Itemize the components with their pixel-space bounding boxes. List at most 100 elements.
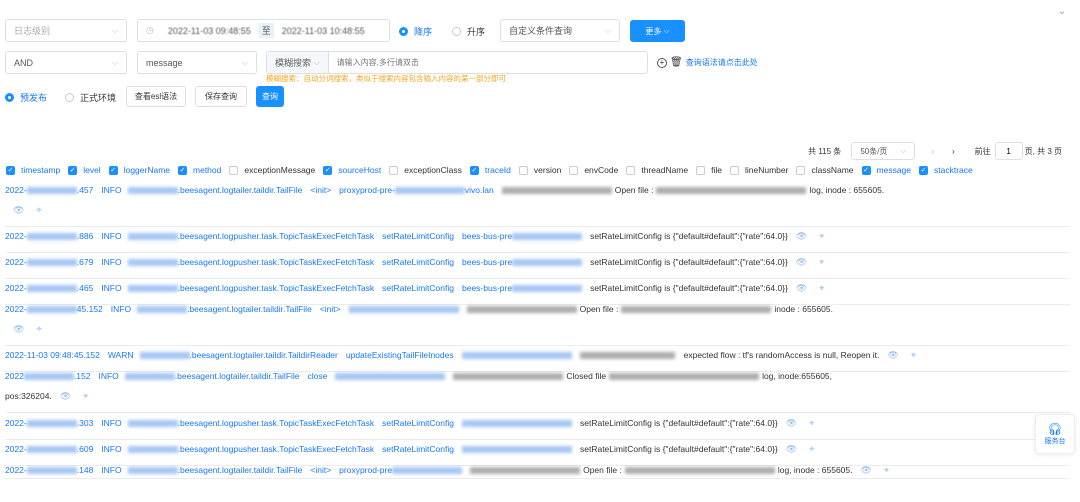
view-icon[interactable]: 👁︎ [13, 322, 24, 336]
view-icon[interactable]: 👁︎ [861, 463, 872, 477]
checkbox[interactable] [389, 165, 399, 175]
column-toggle-traceId[interactable]: ✓ traceId [469, 165, 511, 175]
checkbox[interactable] [796, 165, 806, 175]
log-timestamp[interactable]: 2022- .457 [5, 183, 93, 197]
view-icon[interactable]: 👁︎ [60, 389, 71, 403]
log-level[interactable]: INFO [101, 463, 121, 477]
checkbox[interactable]: ✓ [861, 165, 871, 175]
column-toggle-threadName[interactable]: threadName [626, 165, 688, 175]
log-method[interactable]: updateExistingTailFileInodes [346, 348, 454, 362]
search-input-group[interactable]: 模糊搜索 ⌵ [266, 51, 648, 74]
view-icon[interactable]: 👁︎ [786, 416, 797, 430]
log-message[interactable]: Open file : inode : 655605. [466, 302, 833, 316]
date-range-picker[interactable]: ◷ 2022-11-03 09:48:55 至 2022-11-03 10:48… [137, 19, 390, 42]
log-method[interactable]: setRateLimitConfig [382, 229, 454, 243]
log-message[interactable]: Closed file log, inode:655605, [453, 369, 832, 383]
log-level[interactable]: INFO [101, 281, 121, 295]
prev-page-button[interactable]: ‹ [931, 147, 934, 156]
log-logger[interactable]: .beesagent.logtailer.taildir.TailFile [127, 183, 302, 197]
log-source-host[interactable]: proxyprod-pre [339, 463, 463, 477]
log-source-host[interactable] [348, 302, 459, 316]
log-logger[interactable]: .beesagent.logtailer.taildir.TailFile [137, 302, 312, 316]
log-source-host[interactable]: proxyprod-pre-vivo.lan [339, 183, 494, 197]
checkbox[interactable] [229, 165, 239, 175]
checkbox[interactable] [626, 165, 636, 175]
log-timestamp[interactable]: 2022.152 [5, 369, 90, 383]
sort-asc-radio[interactable]: 升序 [452, 25, 485, 38]
sort-desc-radio[interactable]: 降序 [399, 25, 432, 38]
log-timestamp[interactable]: 2022- .886 [5, 229, 93, 243]
locate-icon[interactable]: ⌖ [819, 255, 824, 269]
locate-icon[interactable]: ⌖ [819, 229, 824, 243]
log-timestamp[interactable]: 2022- .609 [5, 442, 93, 456]
log-method[interactable]: close [308, 369, 328, 383]
save-query-button[interactable]: 保存查询 [195, 86, 247, 107]
column-toggle-sourceHost[interactable]: ✓ sourceHost [323, 165, 381, 175]
log-message[interactable]: setRateLimitConfig is {"default#default"… [580, 416, 778, 430]
checkbox[interactable]: ✓ [178, 165, 188, 175]
locate-icon[interactable]: ⌖ [809, 416, 814, 430]
column-toggle-className[interactable]: className [796, 165, 854, 175]
column-toggle-exceptionClass[interactable]: exceptionClass [389, 165, 462, 175]
env-prod-radio[interactable]: 正式环境 [65, 91, 116, 104]
log-source-host[interactable] [461, 442, 572, 456]
log-source-host[interactable] [461, 348, 572, 362]
view-icon[interactable]: 👁︎ [887, 348, 898, 362]
log-source-host[interactable]: bees-bus-pre [462, 229, 583, 243]
column-toggle-stacktrace[interactable]: ✓ stacktrace [919, 165, 973, 175]
column-toggle-exceptionMessage[interactable]: exceptionMessage [229, 165, 315, 175]
column-toggle-message[interactable]: ✓ message [861, 165, 911, 175]
view-icon[interactable]: 👁︎ [796, 281, 807, 295]
next-page-button[interactable]: › [952, 147, 955, 156]
column-toggle-version[interactable]: version [518, 165, 561, 175]
more-button[interactable]: 更多 ⌵ [630, 20, 685, 42]
env-pre-radio[interactable]: 预发布 [5, 91, 47, 104]
column-toggle-envCode[interactable]: envCode [569, 165, 618, 175]
column-toggle-method[interactable]: ✓ method [178, 165, 221, 175]
log-method[interactable]: <init> [310, 183, 331, 197]
search-mode-select[interactable]: 模糊搜索 ⌵ [267, 52, 329, 73]
log-logger[interactable]: .beesagent.logpusher.task.TopicTaskExecF… [127, 281, 374, 295]
checkbox[interactable]: ✓ [108, 165, 118, 175]
page-size-select[interactable]: 50条/页 ⌵ [851, 142, 916, 160]
column-toggle-loggerName[interactable]: ✓ loggerName [108, 165, 170, 175]
view-icon[interactable]: 👁︎ [786, 442, 797, 456]
locate-icon[interactable]: ⌖ [809, 442, 814, 456]
log-timestamp[interactable]: 2022- .465 [5, 281, 93, 295]
log-logger[interactable]: .beesagent.logpusher.task.TopicTaskExecF… [127, 442, 374, 456]
checkbox[interactable]: ✓ [6, 165, 15, 175]
log-logger[interactable]: .beesagent.logtailer.taildir.TailFile [127, 463, 302, 477]
log-source-host[interactable] [461, 416, 572, 430]
log-level-select[interactable]: 日志级别 ⌵ [5, 19, 127, 42]
log-source-host[interactable]: bees-bus-pre [462, 255, 583, 269]
log-source-host[interactable] [335, 369, 446, 383]
log-logger[interactable]: .beesagent.logpusher.task.TopicTaskExecF… [127, 416, 374, 430]
log-timestamp[interactable]: 2022- .148 [5, 463, 93, 477]
log-method[interactable]: setRateLimitConfig [382, 416, 454, 430]
checkbox[interactable] [730, 165, 739, 175]
locate-icon[interactable]: ⌖ [36, 203, 41, 217]
locate-icon[interactable]: ⌖ [911, 348, 916, 362]
service-desk-button[interactable]: 🎧︎ 服务台 [1035, 414, 1075, 454]
log-logger[interactable]: .beesagent.logpusher.task.TopicTaskExecF… [127, 229, 374, 243]
column-toggle-file[interactable]: file [696, 165, 722, 175]
log-source-host[interactable]: bees-bus-pre [462, 281, 583, 295]
add-condition-icon[interactable]: + [657, 57, 667, 68]
page-input[interactable] [994, 142, 1023, 160]
log-method[interactable]: <init> [310, 463, 331, 477]
log-level[interactable]: WARN [108, 348, 134, 362]
locate-icon[interactable]: ⌖ [36, 322, 41, 336]
query-button[interactable]: 查询 [256, 86, 284, 107]
log-level[interactable]: INFO [98, 369, 118, 383]
collapse-chevron-icon[interactable]: ⌄ [1058, 6, 1066, 17]
logic-select[interactable]: AND ⌵ [5, 51, 127, 74]
log-message[interactable]: setRateLimitConfig is {"default#default"… [590, 255, 788, 269]
log-message[interactable]: Open file : log, inode : 655605. [501, 183, 884, 197]
column-toggle-level[interactable]: ✓ level [68, 165, 101, 175]
log-method[interactable]: <init> [320, 302, 341, 316]
log-message[interactable]: setRateLimitConfig is {"default#default"… [580, 442, 778, 456]
log-message[interactable]: setRateLimitConfig is {"default#default"… [590, 281, 788, 295]
checkbox[interactable]: ✓ [919, 165, 929, 175]
checkbox[interactable] [569, 165, 579, 175]
checkbox[interactable] [518, 165, 528, 175]
